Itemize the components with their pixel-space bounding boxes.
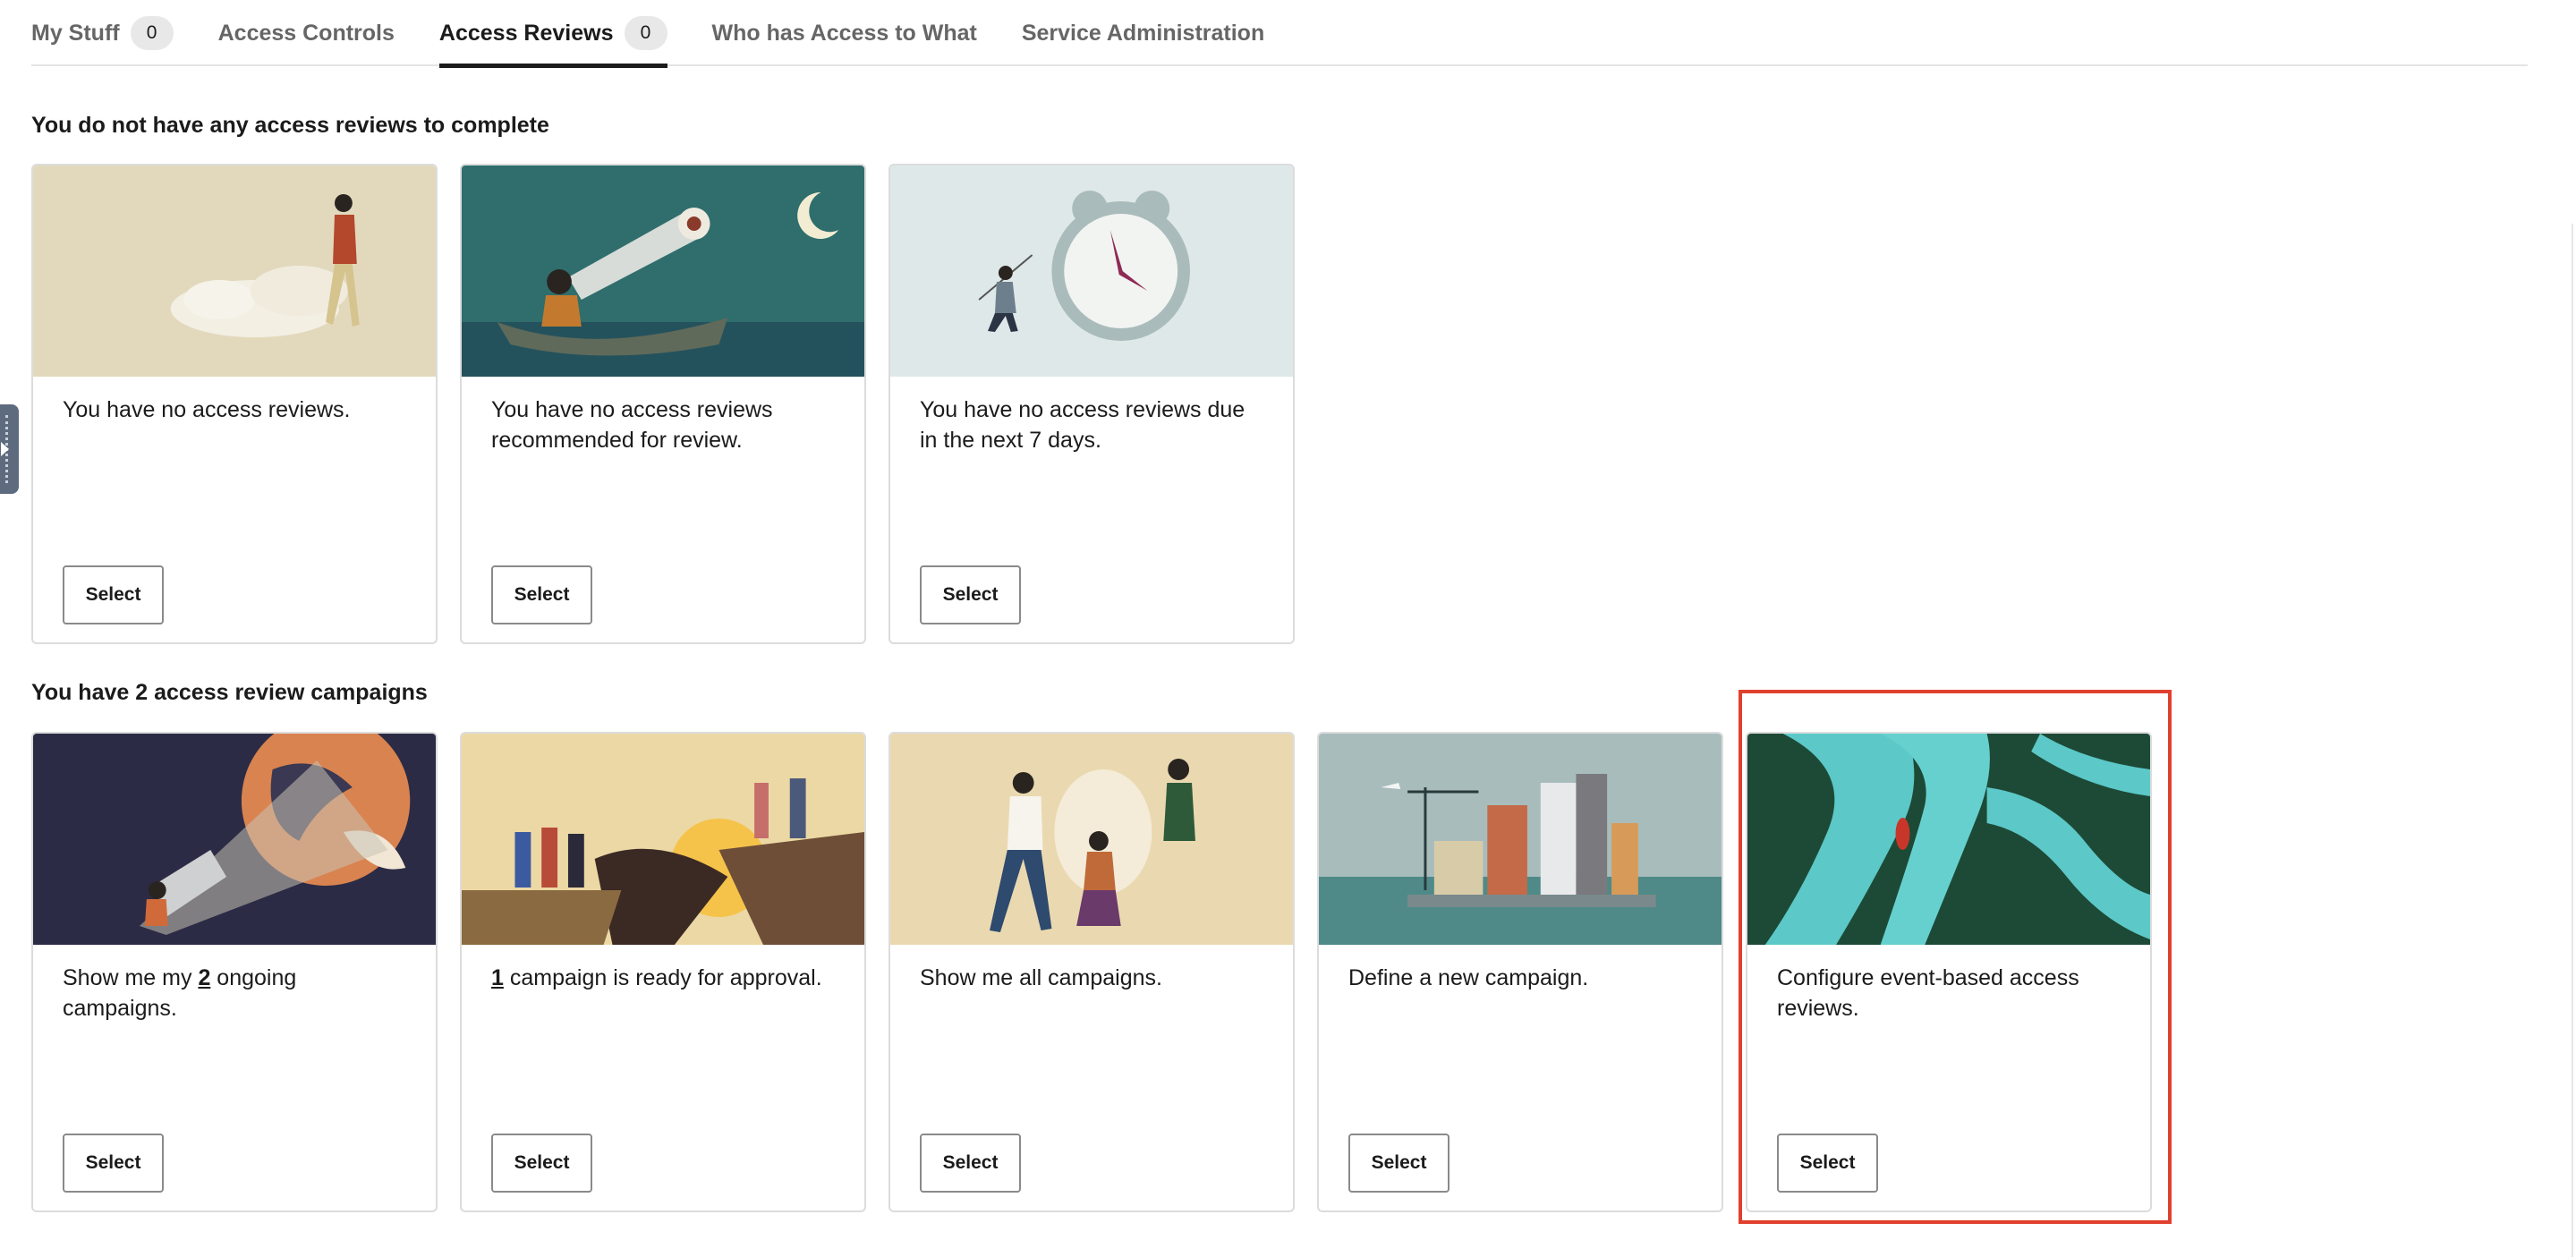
count-badge: 0 xyxy=(624,16,667,50)
section-title-campaigns: You have 2 access review campaigns xyxy=(31,680,428,705)
card-text: You have no access reviews recommended f… xyxy=(491,397,773,453)
select-button[interactable]: Select xyxy=(1348,1134,1450,1193)
select-button[interactable]: Select xyxy=(491,565,592,624)
card-text: Show me all campaigns. xyxy=(920,963,1266,993)
ongoing-campaigns-link[interactable]: 2 xyxy=(198,965,210,990)
tab-label: Access Controls xyxy=(217,20,395,46)
illustration-climber-image xyxy=(33,166,436,377)
card-text: Configure event-based access reviews. xyxy=(1777,963,2123,1023)
select-button[interactable]: Select xyxy=(1777,1134,1878,1193)
section-title-reviews: You do not have any access reviews to co… xyxy=(31,113,549,138)
review-card-all: You have no access reviews. Select xyxy=(31,164,438,644)
campaign-card-define: Define a new campaign. Select xyxy=(1317,732,1723,1212)
illustration-telescope-image xyxy=(462,166,864,377)
tab-label: Who has Access to What xyxy=(711,20,977,46)
side-panel-handle[interactable] xyxy=(0,404,19,494)
campaign-card-ongoing: Show me my 2 ongoing campaigns. Select xyxy=(31,732,438,1212)
select-button[interactable]: Select xyxy=(491,1134,592,1193)
card-text: You have no access reviews. xyxy=(63,397,351,422)
expand-arrow-icon xyxy=(1,442,9,456)
review-card-recommended: You have no access reviews recommended f… xyxy=(460,164,866,644)
card-text-before: Show me my xyxy=(63,965,199,990)
campaign-card-approval: 1 campaign is ready for approval. Select xyxy=(460,732,866,1212)
illustration-flashlight-image xyxy=(33,734,436,945)
review-card-due-soon: You have no access reviews due in the ne… xyxy=(888,164,1295,644)
card-text-after: campaign is ready for approval. xyxy=(503,965,822,990)
scrollbar-track[interactable] xyxy=(2572,224,2573,1257)
select-button[interactable]: Select xyxy=(920,565,1021,624)
card-text-before: Define a new campaign. xyxy=(1348,965,1589,990)
card-text-before: Show me all campaigns. xyxy=(920,965,1162,990)
count-badge: 0 xyxy=(130,16,174,50)
illustration-clock-image xyxy=(890,166,1293,377)
tab-access-reviews[interactable]: Access Reviews 0 xyxy=(438,0,667,68)
card-text: Show me my 2 ongoing campaigns. xyxy=(63,963,409,1023)
tab-service-administration[interactable]: Service Administration xyxy=(1022,0,1264,66)
approval-campaigns-link[interactable]: 1 xyxy=(491,965,504,990)
illustration-people-image xyxy=(890,734,1293,945)
campaign-card-all: Show me all campaigns. Select xyxy=(888,732,1295,1212)
card-text: You have no access reviews due in the ne… xyxy=(920,397,1245,453)
tab-label: My Stuff xyxy=(31,20,120,46)
card-text: 1 campaign is ready for approval. xyxy=(491,963,837,993)
illustration-cliff-image xyxy=(462,734,864,945)
illustration-city-image xyxy=(1319,734,1722,945)
card-text: Define a new campaign. xyxy=(1348,963,1695,993)
select-button[interactable]: Select xyxy=(63,1134,164,1193)
illustration-river-image xyxy=(1747,734,2150,945)
card-text-before: Configure event-based access reviews. xyxy=(1777,965,2079,1021)
tab-who-has-access[interactable]: Who has Access to What xyxy=(712,0,977,66)
campaign-card-event-based: Configure event-based access reviews. Se… xyxy=(1746,732,2152,1212)
tab-label: Service Administration xyxy=(1021,20,1265,46)
tab-my-stuff[interactable]: My Stuff 0 xyxy=(31,0,174,66)
select-button[interactable]: Select xyxy=(63,565,164,624)
tab-access-controls[interactable]: Access Controls xyxy=(218,0,395,66)
select-button[interactable]: Select xyxy=(920,1134,1021,1193)
tab-bar: My Stuff 0 Access Controls Access Review… xyxy=(31,0,2528,68)
tab-label: Access Reviews xyxy=(438,20,614,46)
